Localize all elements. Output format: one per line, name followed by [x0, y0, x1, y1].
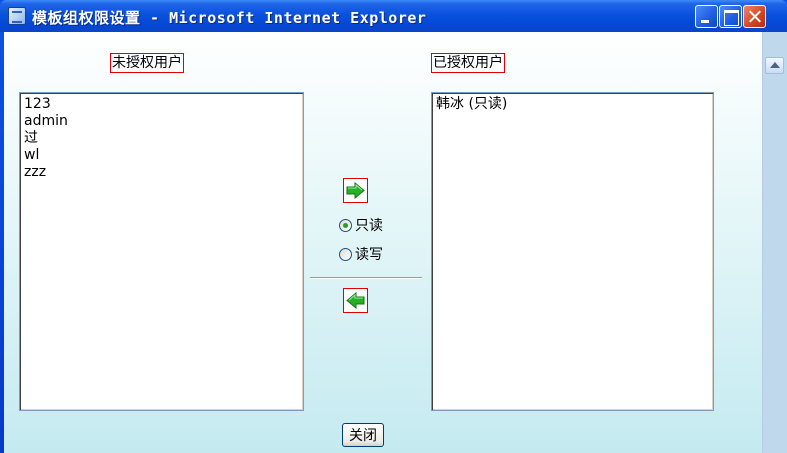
permission-readonly-option[interactable]: 只读 [339, 215, 383, 235]
window-title: 模板组权限设置 - Microsoft Internet Explorer [32, 9, 427, 27]
readonly-label: 只读 [355, 218, 383, 234]
readwrite-label: 读写 [355, 247, 383, 263]
permission-readwrite-option[interactable]: 读写 [339, 244, 383, 264]
maximize-button[interactable] [719, 5, 742, 28]
arrow-left-icon [346, 292, 365, 309]
list-item[interactable]: wl [24, 147, 299, 164]
vertical-scrollbar[interactable] [762, 32, 787, 453]
authorized-users-list[interactable]: 韩冰 (只读) [431, 92, 714, 411]
ie-window: 模板组权限设置 - Microsoft Internet Explorer 未授… [0, 0, 787, 453]
list-item[interactable]: 123 [24, 96, 299, 113]
dialog-content: 未授权用户 已授权用户 123 admin 过 wl zzz 韩冰 (只读) 只… [4, 32, 762, 453]
ie-page-icon [8, 7, 26, 25]
title-bar[interactable]: 模板组权限设置 - Microsoft Internet Explorer [0, 0, 787, 32]
list-item[interactable]: 过 [24, 130, 299, 147]
remove-authorization-button[interactable] [343, 288, 368, 313]
unauthorized-users-label: 未授权用户 [110, 53, 184, 73]
list-item[interactable]: 韩冰 (只读) [436, 96, 709, 113]
arrow-right-icon [346, 182, 365, 199]
list-item[interactable]: admin [24, 113, 299, 130]
close-window-button[interactable] [743, 5, 766, 28]
readonly-radio[interactable] [339, 218, 352, 232]
close-button[interactable]: 关闭 [342, 423, 384, 447]
list-item[interactable]: zzz [24, 164, 299, 181]
minimize-button[interactable] [695, 5, 718, 28]
add-authorization-button[interactable] [343, 178, 368, 203]
divider [310, 277, 422, 279]
authorized-users-label: 已授权用户 [431, 53, 505, 73]
scroll-up-icon[interactable] [765, 57, 784, 74]
unauthorized-users-list[interactable]: 123 admin 过 wl zzz [19, 92, 304, 411]
readwrite-radio[interactable] [339, 247, 352, 261]
